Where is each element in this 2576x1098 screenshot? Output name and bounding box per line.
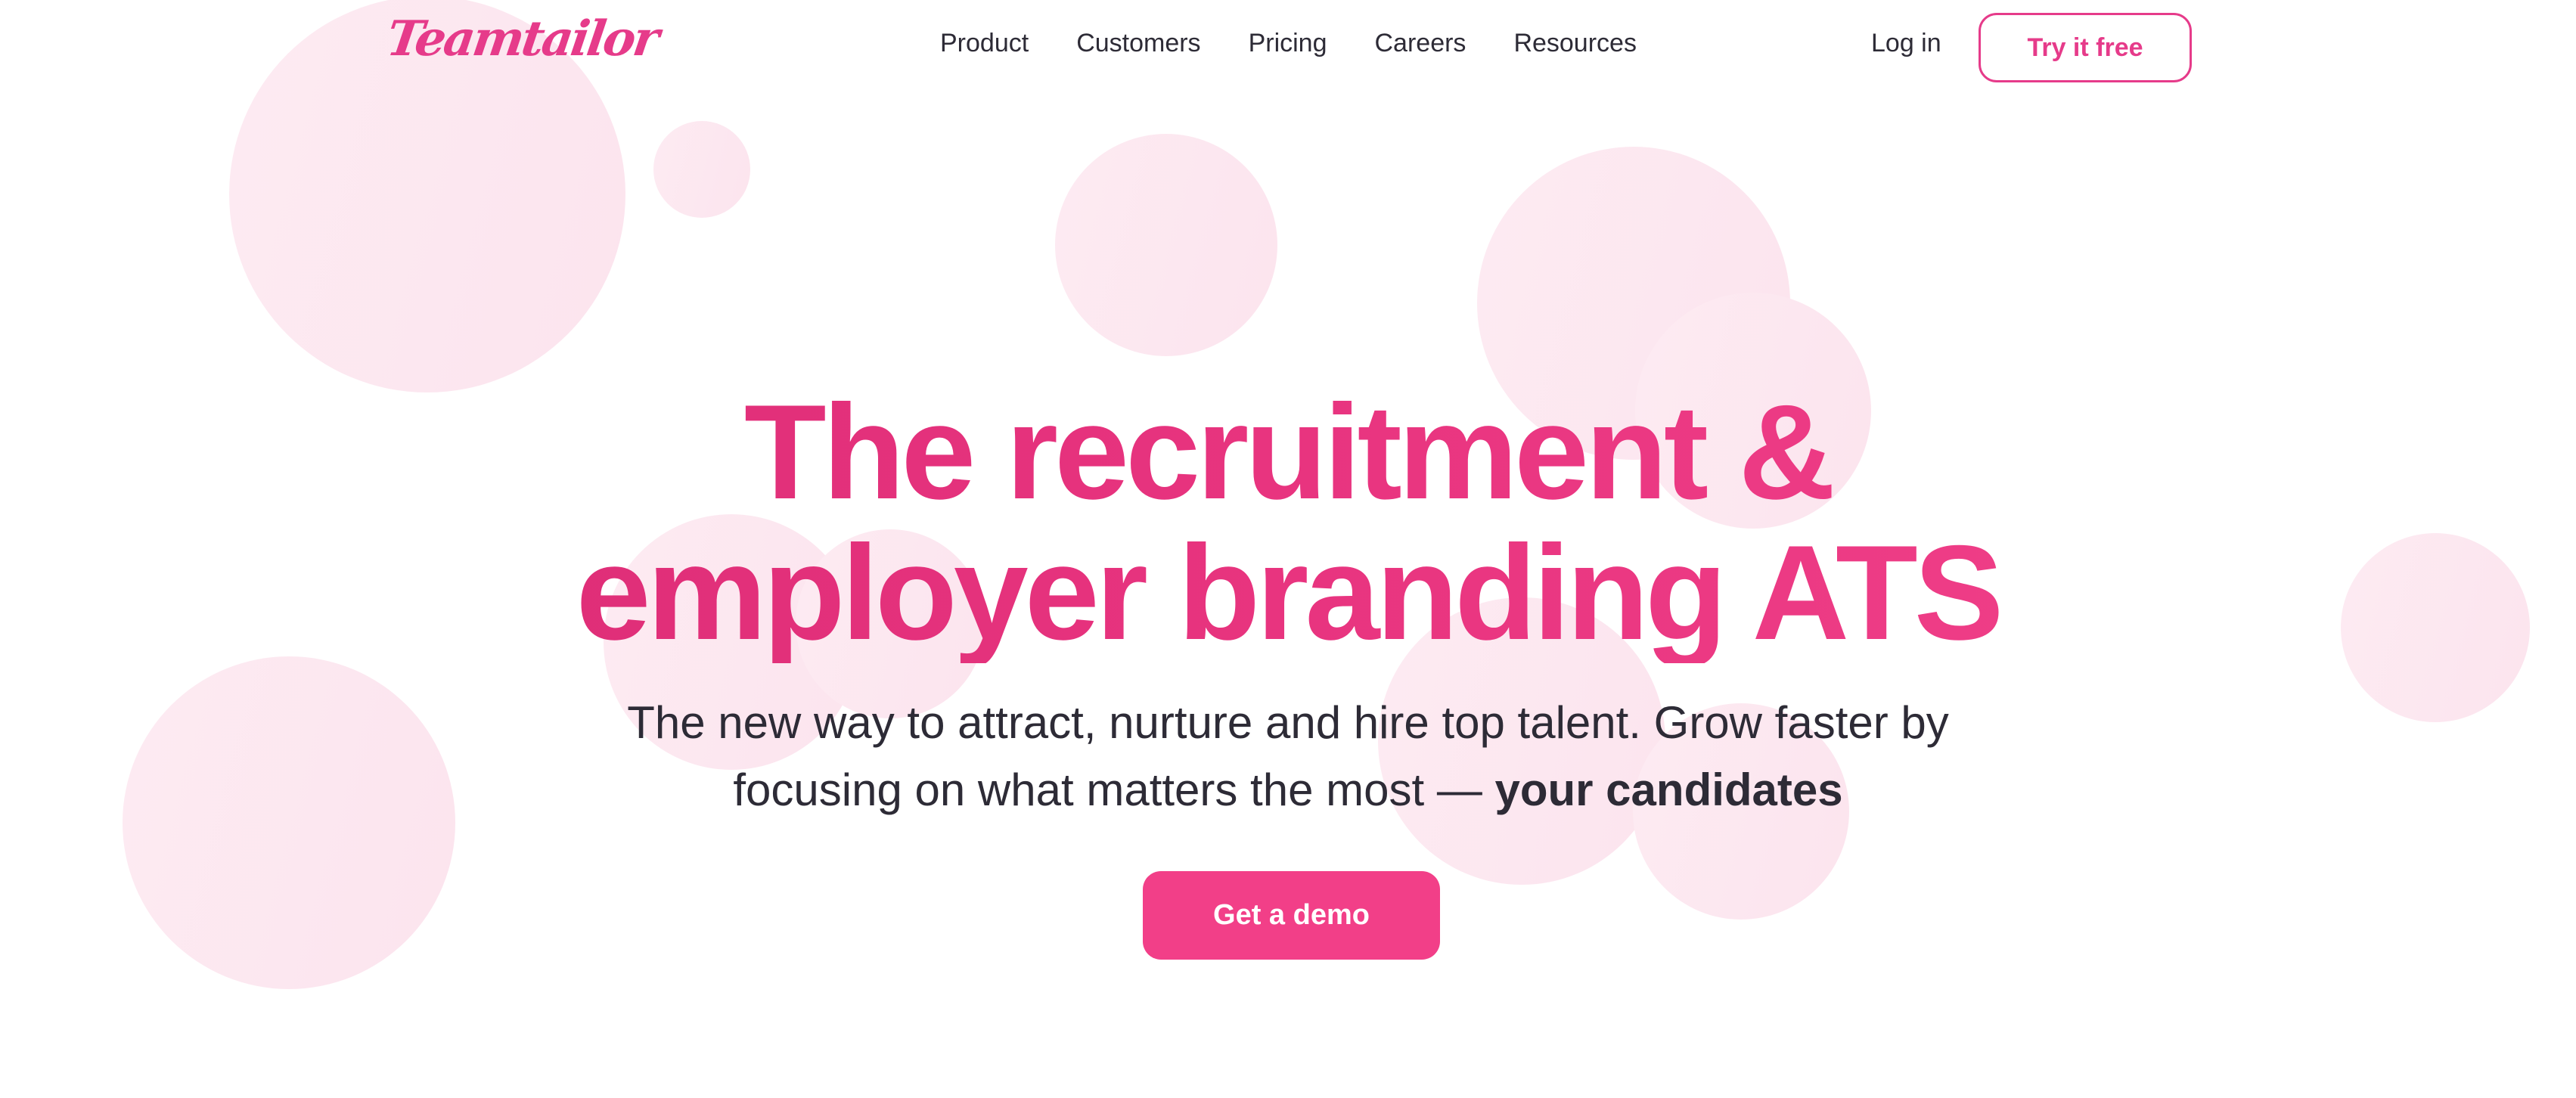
teamtailor-logo[interactable]: Teamtailor bbox=[383, 11, 661, 67]
nav-link-product[interactable]: Product bbox=[940, 29, 1029, 58]
main-nav-links: Product Customers Pricing Careers Resour… bbox=[940, 29, 1637, 58]
top-navigation: Teamtailor Product Customers Pricing Car… bbox=[0, 0, 2576, 98]
login-link[interactable]: Log in bbox=[1871, 29, 1941, 58]
nav-link-resources[interactable]: Resources bbox=[1513, 29, 1637, 58]
hero-subtitle-emphasis: your candidates bbox=[1494, 765, 1843, 815]
hero-headline-line-1: The recruitment & bbox=[743, 377, 1833, 527]
hero-headline-line-2: employer branding ATS bbox=[576, 517, 2000, 668]
hero-headline: The recruitment & employer branding ATS bbox=[0, 382, 2576, 663]
background-bubble bbox=[653, 121, 750, 218]
hero-section: The recruitment & employer branding ATS … bbox=[0, 382, 2576, 824]
nav-link-careers[interactable]: Careers bbox=[1375, 29, 1466, 58]
try-it-free-button[interactable]: Try it free bbox=[1979, 13, 2192, 82]
hero-subtitle: The new way to attract, nurture and hire… bbox=[570, 689, 2006, 824]
nav-link-pricing[interactable]: Pricing bbox=[1249, 29, 1327, 58]
get-a-demo-button[interactable]: Get a demo bbox=[1143, 871, 1440, 960]
background-bubble bbox=[1055, 134, 1277, 356]
nav-link-customers[interactable]: Customers bbox=[1076, 29, 1200, 58]
